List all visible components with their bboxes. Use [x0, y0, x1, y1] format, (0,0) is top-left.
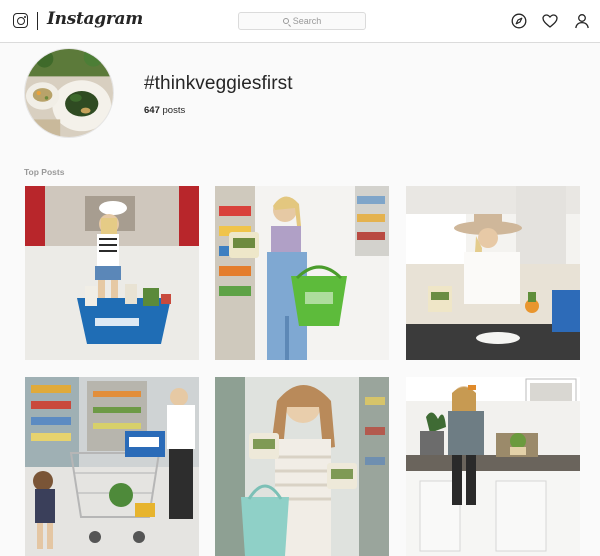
- compass-icon[interactable]: [511, 13, 527, 29]
- search-icon: [282, 18, 289, 24]
- post-count: 647 posts: [144, 105, 185, 116]
- profile-icon[interactable]: [574, 13, 590, 29]
- heart-icon[interactable]: [542, 13, 558, 29]
- post-thumbnail-5[interactable]: [215, 377, 389, 556]
- post-thumbnail-1[interactable]: [25, 186, 199, 360]
- post-thumbnail-4[interactable]: [25, 377, 199, 556]
- hashtag-title: #thinkveggiesfirst: [144, 73, 293, 94]
- post-count-suffix: posts: [159, 105, 186, 116]
- top-nav-bar: Instagram Search: [0, 0, 600, 43]
- search-placeholder: Search: [292, 16, 322, 26]
- logo-divider: [37, 12, 38, 30]
- post-count-number: 647: [144, 105, 160, 116]
- search-input[interactable]: Search: [238, 12, 366, 30]
- post-thumbnail-3[interactable]: [406, 186, 580, 360]
- instagram-glyph-icon[interactable]: [13, 13, 28, 28]
- instagram-wordmark[interactable]: Instagram: [47, 9, 143, 29]
- hashtag-avatar: [24, 48, 114, 138]
- top-posts-label: Top Posts: [24, 167, 65, 177]
- post-thumbnail-2[interactable]: [215, 186, 389, 360]
- post-thumbnail-6[interactable]: [406, 377, 580, 556]
